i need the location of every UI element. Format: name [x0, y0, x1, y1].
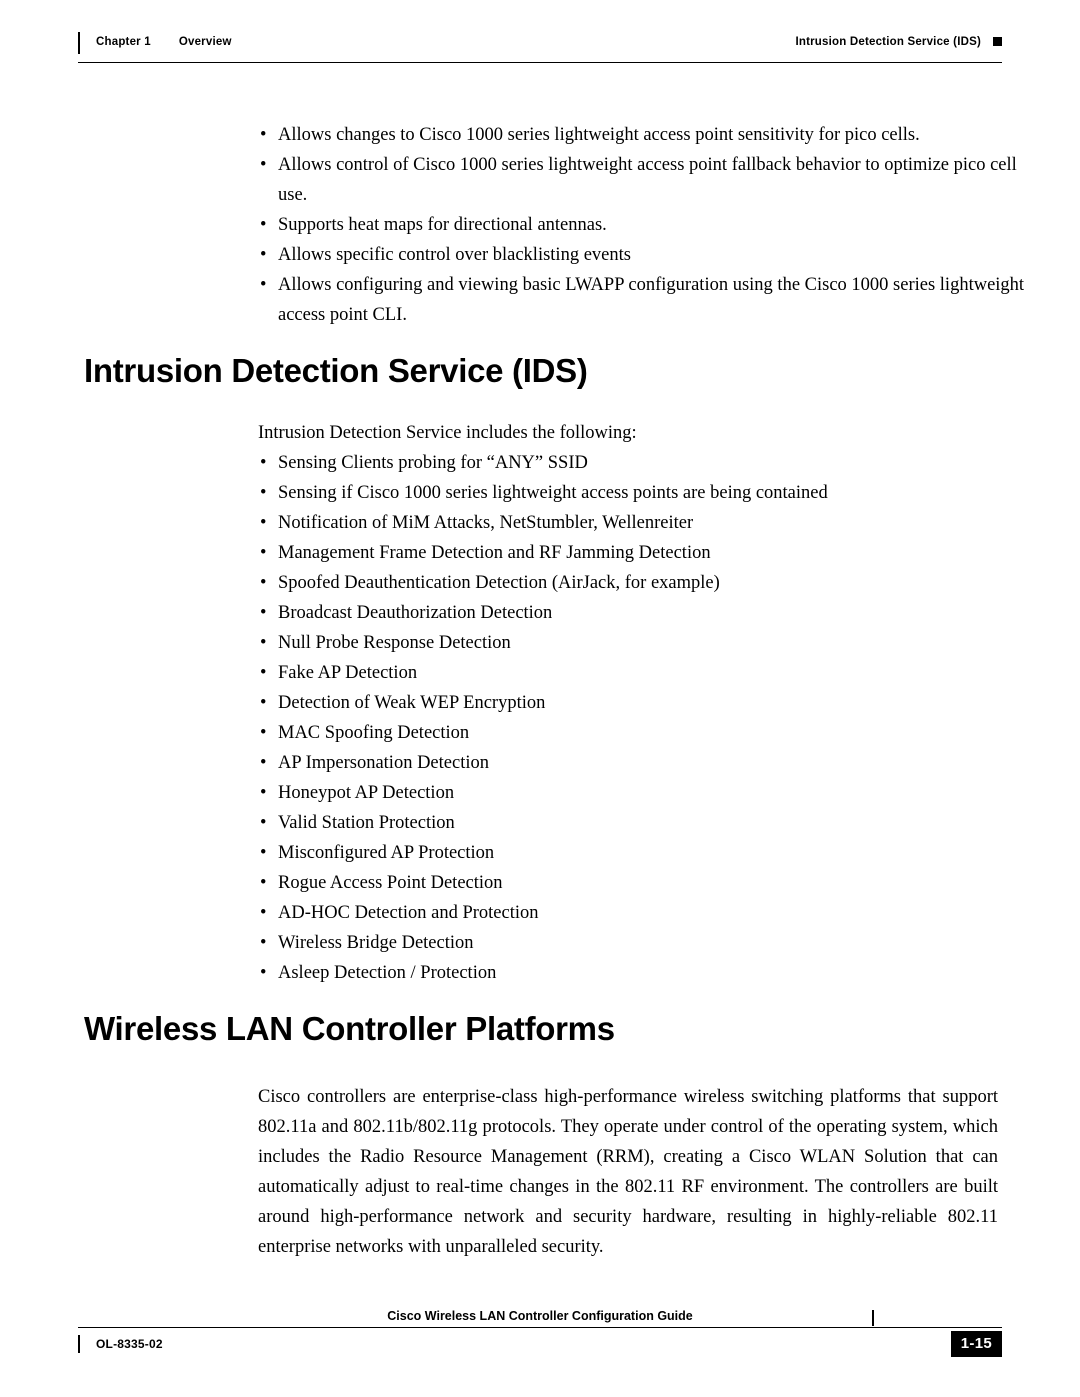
list-item: • Spoofed Deauthentication Detection (Air… [250, 568, 1020, 598]
bullet-icon: • [260, 843, 267, 863]
list-item-text: Sensing Clients probing for “ANY” SSID [278, 453, 588, 473]
list-item-text: Misconfigured AP Protection [278, 843, 495, 863]
list-item: • Detection of Weak WEP Encryption [250, 688, 1020, 718]
list-item-text: Null Probe Response Detection [278, 633, 511, 653]
list-item: • Broadcast Deauthorization Detection [250, 598, 1020, 628]
list-item: • AP Impersonation Detection [250, 748, 1020, 778]
list-item-text: Broadcast Deauthorization Detection [278, 603, 553, 623]
list-item: • Allows configuring and viewing basic LW… [250, 270, 1030, 330]
bullet-icon: • [260, 603, 267, 623]
document-page: Chapter 1 Overview Intrusion Detection S… [0, 0, 1080, 1397]
list-item-text: AP Impersonation Detection [278, 753, 489, 773]
list-item-text: Allows configuring and viewing basic LWA… [278, 275, 1025, 325]
bullet-icon: • [260, 813, 267, 833]
header-divider [78, 62, 1002, 63]
list-item-text: Honeypot AP Detection [278, 783, 455, 803]
bullet-icon: • [260, 543, 267, 563]
list-item-text: MAC Spoofing Detection [278, 723, 470, 743]
bullet-icon: • [260, 155, 267, 175]
header-section-label: Overview [178, 36, 232, 48]
list-item-text: Fake AP Detection [278, 663, 418, 683]
footer-left-group: OL-8335-02 [78, 1335, 163, 1353]
bullet-icon: • [260, 873, 267, 893]
header-left-group: Chapter 1 Overview [78, 36, 232, 48]
list-item-text: Spoofed Deauthentication Detection (AirJ… [278, 573, 720, 593]
list-item-text: Allows specific control over blacklistin… [278, 245, 631, 265]
wlan-controller-paragraph: Cisco controllers are enterprise-class h… [258, 1087, 998, 1257]
list-item: • Asleep Detection / Protection [250, 958, 1020, 988]
list-item-text: Valid Station Protection [278, 813, 455, 833]
list-item-text: Allows changes to Cisco 1000 series ligh… [278, 125, 920, 145]
footer-tick-mark-icon [872, 1310, 874, 1326]
footer-document-title: Cisco Wireless LAN Controller Configurat… [387, 1309, 693, 1323]
footer-left-tick-icon [78, 1335, 80, 1353]
bullet-icon: • [260, 963, 267, 983]
header-right-group: Intrusion Detection Service (IDS) [795, 36, 1002, 48]
list-item-text: Allows control of Cisco 1000 series ligh… [278, 155, 1017, 205]
list-item-text: Wireless Bridge Detection [278, 933, 474, 953]
header-square-marker-icon [993, 37, 1002, 46]
page-number-badge: 1-15 [950, 1331, 1002, 1357]
list-item: • Valid Station Protection [250, 808, 1020, 838]
heading-intrusion-detection-service: Intrusion Detection Service (IDS) [84, 352, 588, 389]
list-item: • Honeypot AP Detection [250, 778, 1020, 808]
bullet-icon: • [260, 573, 267, 593]
list-item-text: Supports heat maps for directional anten… [278, 215, 607, 235]
bullet-icon: • [260, 125, 267, 145]
list-item: • Fake AP Detection [250, 658, 1020, 688]
bullet-icon: • [260, 933, 267, 953]
list-item-text: Sensing if Cisco 1000 series lightweight… [278, 483, 828, 503]
bullet-icon: • [260, 663, 267, 683]
list-item: • Allows specific control over blacklisti… [250, 240, 1030, 270]
list-item-text: Detection of Weak WEP Encryption [278, 693, 546, 713]
list-item: • MAC Spoofing Detection [250, 718, 1020, 748]
list-item: • Allows control of Cisco 1000 series lig… [250, 150, 1030, 210]
heading-wireless-lan-controller-platforms: Wireless LAN Controller Platforms [84, 1010, 615, 1047]
page-footer: Cisco Wireless LAN Controller Configurat… [78, 1309, 1002, 1357]
ids-bullet-list: • Sensing Clients probing for “ANY” SSID … [250, 448, 1020, 988]
bullet-icon: • [260, 245, 267, 265]
intro-bullet-list: • Allows changes to Cisco 1000 series lig… [250, 120, 1030, 330]
list-item: • Notification of MiM Attacks, NetStumble… [250, 508, 1020, 538]
bullet-icon: • [260, 693, 267, 713]
list-item: • Null Probe Response Detection [250, 628, 1020, 658]
list-item: • Allows changes to Cisco 1000 series lig… [250, 120, 1030, 150]
list-item: • Wireless Bridge Detection [250, 928, 1020, 958]
list-item-text: Rogue Access Point Detection [278, 873, 503, 893]
list-item-text: Management Frame Detection and RF Jammin… [278, 543, 711, 563]
list-item: • AD-HOC Detection and Protection [250, 898, 1020, 928]
footer-document-number: OL-8335-02 [96, 1337, 163, 1351]
bullet-icon: • [260, 215, 267, 235]
header-chapter-label: Chapter 1 [96, 36, 151, 48]
list-item: • Sensing if Cisco 1000 series lightweigh… [250, 478, 1020, 508]
list-item: • Rogue Access Point Detection [250, 868, 1020, 898]
bullet-icon: • [260, 513, 267, 533]
bullet-icon: • [260, 753, 267, 773]
bullet-icon: • [260, 633, 267, 653]
list-item-text: Notification of MiM Attacks, NetStumbler… [278, 513, 694, 533]
list-item: • Sensing Clients probing for “ANY” SSID [250, 448, 1020, 478]
bullet-icon: • [260, 453, 267, 473]
list-item: • Misconfigured AP Protection [250, 838, 1020, 868]
bullet-icon: • [260, 903, 267, 923]
header-running-head: Intrusion Detection Service (IDS) [795, 36, 981, 48]
list-item: • Management Frame Detection and RF Jammi… [250, 538, 1020, 568]
page-header: Chapter 1 Overview Intrusion Detection S… [78, 30, 1002, 64]
bullet-icon: • [260, 783, 267, 803]
list-item-text: Asleep Detection / Protection [278, 963, 497, 983]
ids-intro-paragraph: Intrusion Detection Service includes the… [258, 423, 637, 443]
page-content: • Allows changes to Cisco 1000 series lig… [84, 120, 1030, 1257]
list-item-text: AD-HOC Detection and Protection [278, 903, 539, 923]
list-item: • Supports heat maps for directional ante… [250, 210, 1030, 240]
footer-divider [78, 1327, 1002, 1328]
bullet-icon: • [260, 275, 267, 295]
bullet-icon: • [260, 483, 267, 503]
bullet-icon: • [260, 723, 267, 743]
